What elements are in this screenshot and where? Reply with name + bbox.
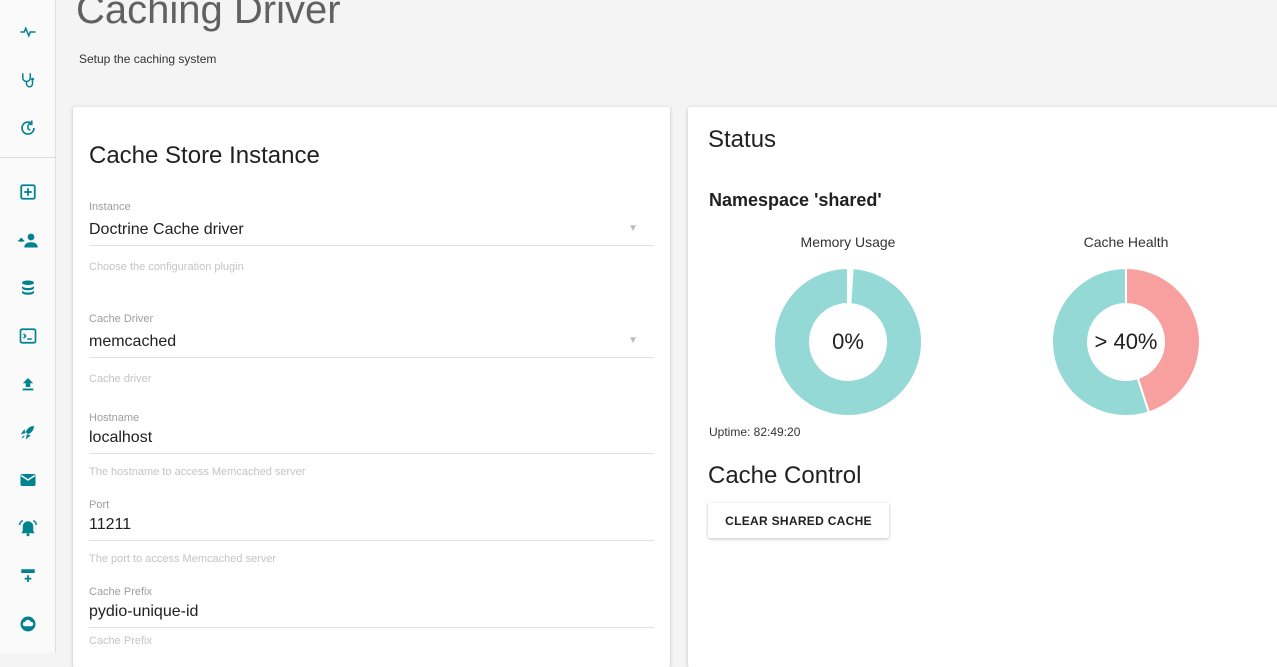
plugin-box-icon[interactable] <box>16 180 40 204</box>
pulse-icon[interactable] <box>16 20 40 44</box>
cache-store-card: Cache Store Instance Instance Doctrine C… <box>73 107 670 667</box>
cache-prefix-value[interactable]: pydio-unique-id <box>89 603 198 621</box>
chevron-down-icon[interactable]: ▼ <box>628 335 638 346</box>
console-icon[interactable] <box>16 324 40 348</box>
cloud-icon[interactable] <box>16 612 40 636</box>
uptime-text: Uptime: 82:49:20 <box>709 425 801 439</box>
memory-usage-value: 0% <box>832 329 864 354</box>
hostname-label: Hostname <box>89 412 140 424</box>
status-title: Status <box>708 126 777 153</box>
cache-control-title: Cache Control <box>708 462 862 489</box>
page-subtitle: Setup the caching system <box>79 52 217 66</box>
memory-usage-donut: 0% <box>773 266 923 417</box>
sidebar <box>0 0 56 653</box>
port-field[interactable]: Port 11211 The port to access Memcached … <box>89 499 654 569</box>
upload-icon[interactable] <box>16 372 40 396</box>
hostname-help: The hostname to access Memcached server <box>89 466 306 478</box>
alarm-icon[interactable] <box>16 516 40 540</box>
database-icon[interactable] <box>16 276 40 300</box>
clear-shared-cache-button[interactable]: CLEAR SHARED CACHE <box>708 503 889 538</box>
cache-prefix-field[interactable]: Cache Prefix pydio-unique-id Cache Prefi… <box>89 586 654 656</box>
instance-select[interactable]: Instance Doctrine Cache driver ▼ Choose … <box>89 201 654 281</box>
cache-prefix-label: Cache Prefix <box>89 586 152 598</box>
field-underline <box>89 245 654 246</box>
page-title: Caching Driver <box>76 0 341 32</box>
rocket-icon[interactable] <box>16 420 40 444</box>
cache-health-label: Cache Health <box>1083 234 1169 250</box>
stethoscope-icon[interactable] <box>16 68 40 92</box>
hostname-value[interactable]: localhost <box>89 429 152 447</box>
cache-health-donut: > 40% <box>1051 266 1201 417</box>
field-underline <box>89 357 654 358</box>
port-help: The port to access Memcached server <box>89 553 277 565</box>
cache-prefix-help: Cache Prefix <box>89 635 152 647</box>
users-icon[interactable] <box>16 228 40 252</box>
instance-label: Instance <box>89 201 131 213</box>
field-underline <box>89 453 654 454</box>
cache-driver-label: Cache Driver <box>89 313 154 325</box>
memory-usage-label: Memory Usage <box>800 234 896 250</box>
field-underline <box>89 540 654 541</box>
namespace-title: Namespace 'shared' <box>709 190 882 210</box>
status-card: Status Namespace 'shared' Memory Usage C… <box>688 107 1277 667</box>
field-underline <box>89 627 654 628</box>
instance-help: Choose the configuration plugin <box>89 261 244 273</box>
instance-value[interactable]: Doctrine Cache driver <box>89 221 244 239</box>
history-icon[interactable] <box>16 116 40 140</box>
port-value[interactable]: 11211 <box>89 516 131 534</box>
port-label: Port <box>89 499 110 511</box>
server-add-icon[interactable] <box>16 564 40 588</box>
cache-driver-select[interactable]: Cache Driver memcached ▼ Cache driver <box>89 313 654 393</box>
chevron-down-icon[interactable]: ▼ <box>628 223 638 234</box>
cache-store-title: Cache Store Instance <box>89 142 320 169</box>
cache-driver-help: Cache driver <box>89 373 152 385</box>
hostname-field[interactable]: Hostname localhost The hostname to acces… <box>89 412 654 482</box>
cache-health-value: > 40% <box>1095 329 1158 354</box>
cache-driver-value[interactable]: memcached <box>89 333 176 351</box>
mail-icon[interactable] <box>16 468 40 492</box>
sidebar-divider <box>0 157 56 158</box>
